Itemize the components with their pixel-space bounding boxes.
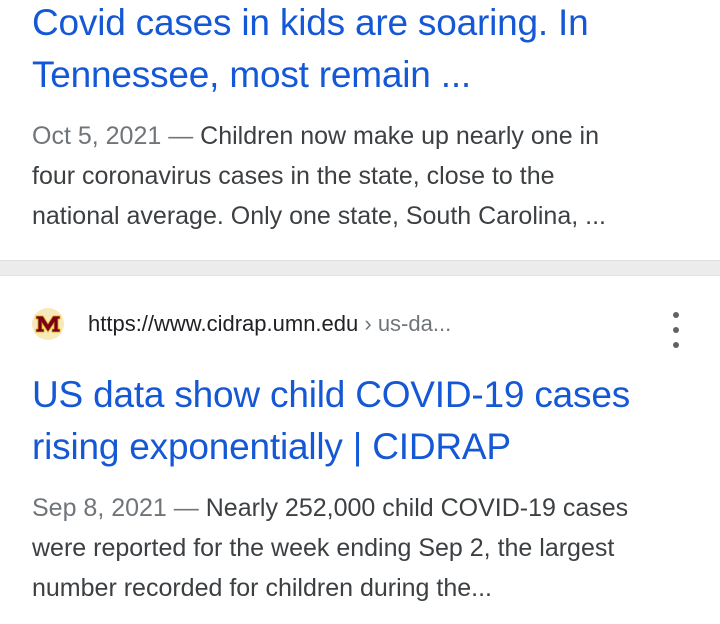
- result-snippet: Oct 5, 2021 — Children now make up nearl…: [32, 116, 702, 236]
- url-path: › us-da...: [364, 311, 452, 336]
- more-options-button[interactable]: [664, 312, 688, 348]
- more-vert-icon-dot: [673, 327, 679, 333]
- result-date: Oct 5, 2021: [32, 122, 162, 150]
- result-url[interactable]: https://www.cidrap.umn.edu › us-da...: [88, 311, 451, 337]
- snippet-text: Nearly 252,000 child COVID-19 cases: [205, 494, 629, 522]
- result-date: Sep 8, 2021: [32, 494, 167, 522]
- search-result-card: Covid cases in kids are soaring. In Tenn…: [0, 0, 720, 260]
- snippet-line: four coronavirus cases in the state, clo…: [32, 162, 555, 190]
- result-title-link[interactable]: Covid cases in kids are soaring. In Tenn…: [32, 0, 692, 101]
- result-title-line: Tennessee, most remain ...: [32, 54, 471, 95]
- snippet-line: were reported for the week ending Sep 2,…: [32, 534, 615, 562]
- more-vert-icon: [673, 312, 679, 318]
- snippet-line: Sep 8, 2021 — Nearly 252,000 child COVID…: [32, 488, 702, 528]
- result-title-link[interactable]: US data show child COVID-19 cases rising…: [32, 369, 692, 473]
- more-vert-icon-dot: [673, 342, 679, 348]
- result-title-line: Covid cases in kids are soaring. In: [32, 2, 589, 43]
- snippet-text: Children now make up nearly one in: [200, 122, 599, 150]
- result-divider: [0, 260, 720, 276]
- search-results-page: Covid cases in kids are soaring. In Tenn…: [0, 0, 720, 624]
- umn-m-logo-icon: [35, 315, 61, 333]
- snippet-line: national average. Only one state, South …: [32, 202, 606, 230]
- date-separator: —: [168, 122, 194, 150]
- url-domain: https://www.cidrap.umn.edu: [88, 311, 359, 336]
- site-favicon-icon: [32, 308, 64, 340]
- snippet-line: Oct 5, 2021 — Children now make up nearl…: [32, 116, 702, 156]
- result-title-line: US data show child COVID-19 cases: [32, 374, 630, 415]
- result-source[interactable]: https://www.cidrap.umn.edu › us-da...: [32, 304, 451, 344]
- date-separator: —: [173, 494, 199, 522]
- result-snippet: Sep 8, 2021 — Nearly 252,000 child COVID…: [32, 488, 702, 608]
- result-title-line: rising exponentially | CIDRAP: [32, 426, 511, 467]
- snippet-line: number recorded for children during the.…: [32, 574, 492, 602]
